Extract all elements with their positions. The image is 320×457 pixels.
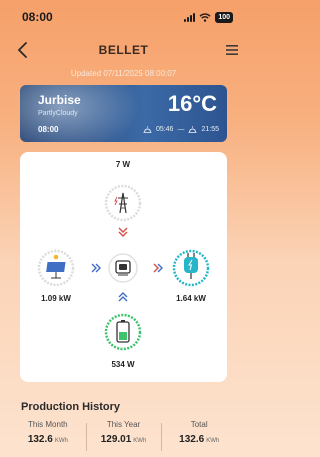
stat-unit: KWh — [133, 438, 147, 444]
stat-total: Total 132.6 KWh — [161, 420, 237, 452]
solar-flow-arrow — [91, 263, 101, 273]
solar-value: 1.09 kW — [41, 294, 71, 303]
stat-this-month: This Month 132.6 KWh — [10, 420, 86, 452]
wifi-icon — [199, 12, 211, 22]
battery-node[interactable] — [104, 313, 142, 351]
stat-label: Total — [190, 420, 208, 429]
sunrise-time: 05:46 — [155, 126, 174, 133]
sun-times: 05:46 — 21:55 — [143, 126, 219, 133]
solar-node[interactable] — [37, 249, 75, 287]
grid-node[interactable] — [104, 184, 142, 222]
grid-value: 7 W — [116, 160, 131, 169]
weather-temperature: 16°C — [167, 91, 217, 116]
sunrise-icon — [143, 126, 152, 133]
sun-separator: — — [177, 126, 185, 133]
weather-city: Jurbise — [38, 93, 81, 107]
sunset-time: 21:55 — [201, 126, 219, 133]
stat-value-row: 132.6 KWh — [161, 434, 237, 445]
stat-unit: KWh — [206, 438, 220, 444]
load-node[interactable] — [172, 249, 210, 287]
battery-value: 534 W — [111, 360, 135, 369]
status-time: 08:00 — [22, 10, 53, 24]
hamburger-menu-icon[interactable] — [225, 42, 239, 58]
stat-unit: KWh — [54, 438, 68, 444]
weather-time: 08:00 — [38, 125, 59, 134]
sunset-icon — [188, 126, 197, 133]
stat-value-row: 129.01 KWh — [86, 434, 162, 445]
last-updated-text: Updated 07/11/2025 08:00:07 — [70, 69, 177, 78]
production-history-title: Production History — [21, 401, 121, 413]
stat-value: 132.6 — [179, 434, 205, 445]
inverter-node[interactable] — [108, 253, 138, 283]
chevron-left-icon[interactable] — [14, 40, 32, 60]
page-title: BELLET — [98, 43, 149, 57]
stat-label: This Year — [106, 420, 141, 429]
grid-flow-arrow — [118, 227, 128, 237]
status-icons: 100 — [184, 11, 233, 23]
stat-label: This Month — [28, 420, 68, 429]
stat-this-year: This Year 129.01 KWh — [85, 420, 162, 452]
stat-value-row: 132.6 KWh — [10, 434, 86, 445]
battery-indicator: 100 — [215, 11, 233, 23]
production-history-stats: This Month 132.6 KWh This Year 129.01 KWh … — [10, 420, 237, 452]
status-bar: 08:00 100 — [0, 0, 247, 34]
nav-bar: BELLET — [0, 36, 247, 64]
load-value: 1.64 kW — [176, 294, 206, 303]
battery-flow-arrow — [118, 292, 128, 302]
cellular-signal-icon — [184, 12, 196, 22]
weather-card: Jurbise PartlyCloudy 08:00 16°C 05:46 — … — [20, 85, 227, 142]
weather-condition: PartlyCloudy — [38, 110, 78, 117]
energy-flow-card: 7 W 1.09 kW 1.64 kW 534 W — [20, 152, 227, 382]
energy-flow-diagram: 7 W 1.09 kW 1.64 kW 534 W — [37, 160, 210, 369]
stat-value: 132.6 — [27, 434, 53, 445]
load-flow-arrow — [153, 263, 163, 273]
stat-value: 129.01 — [100, 434, 132, 445]
